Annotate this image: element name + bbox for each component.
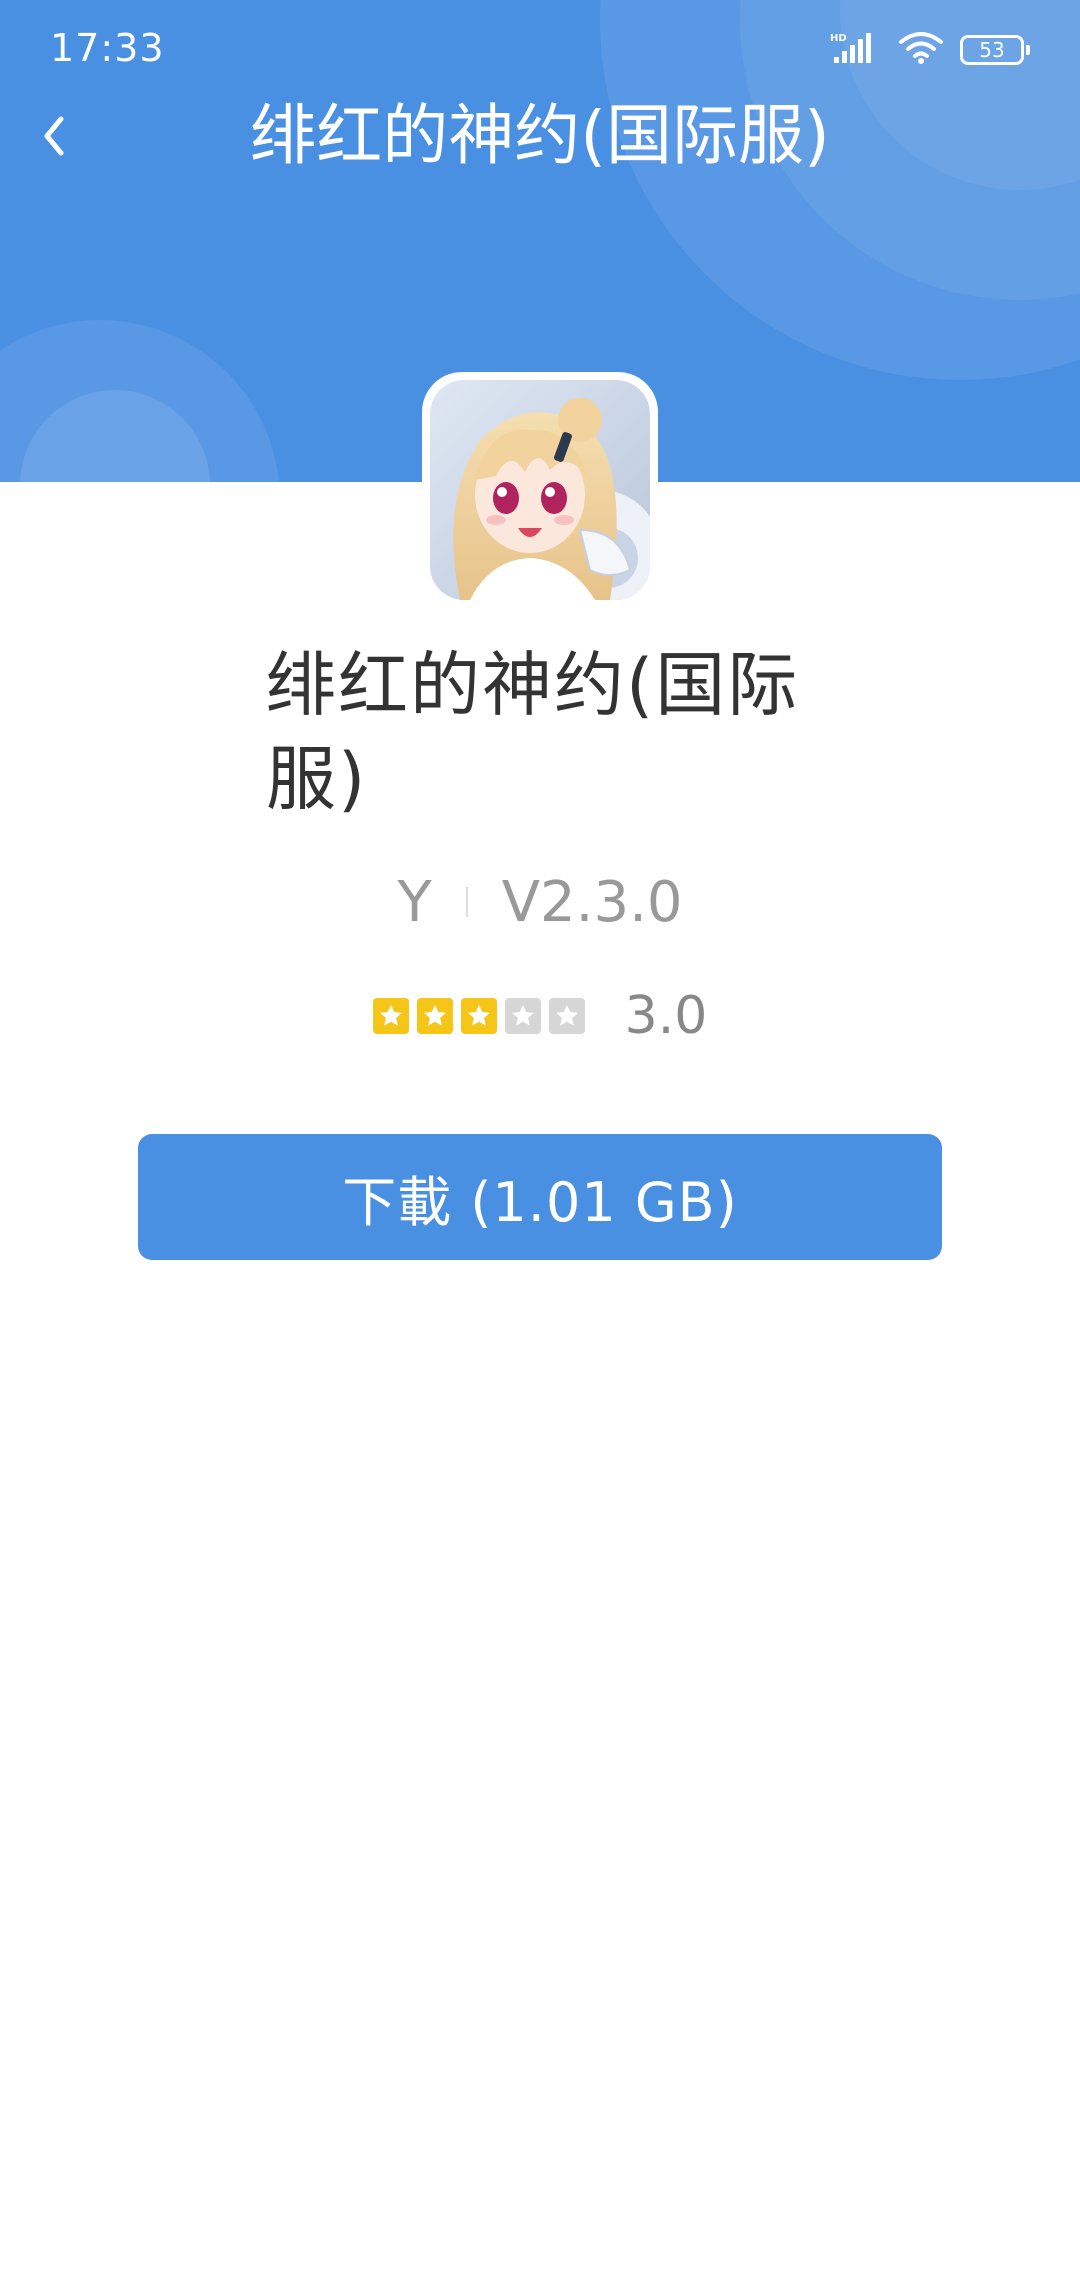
star-filled-icon (372, 998, 409, 1034)
hd-signal-icon: HD (830, 31, 882, 69)
app-icon-artwork (430, 380, 650, 600)
star-rating (372, 998, 585, 1034)
back-button[interactable] (30, 106, 78, 166)
page-title: 绯红的神约(国际服) (250, 97, 830, 174)
developer-label: Y (397, 869, 432, 935)
wifi-icon (898, 31, 944, 69)
chevron-left-icon (44, 116, 64, 156)
version-label: V2.3.0 (501, 869, 683, 935)
star-filled-icon (460, 998, 497, 1034)
battery-level: 53 (979, 38, 1005, 62)
status-time: 17:33 (50, 26, 165, 70)
app-meta: Y V2.3.0 (0, 864, 1080, 940)
status-bar: 17:33 HD 53 (0, 0, 1080, 100)
divider (465, 887, 468, 917)
app-name: 绯红的神约(国际服) (266, 644, 800, 820)
star-empty-icon (504, 998, 541, 1034)
star-empty-icon (548, 998, 585, 1034)
svg-text:HD: HD (830, 33, 847, 44)
battery-icon: 53 (960, 35, 1030, 65)
app-icon (422, 372, 658, 608)
rating-score: 3.0 (624, 986, 708, 1046)
rating: 3.0 (0, 984, 1080, 1048)
app-detail-screen: 17:33 HD 53 绯红的神约(国际服) 绯红的神约(国际服) Y V2.3… (0, 0, 1080, 2280)
status-icons: HD 53 (830, 30, 1030, 70)
download-button[interactable]: 下載 (1.01 GB) (138, 1134, 942, 1260)
star-filled-icon (416, 998, 453, 1034)
